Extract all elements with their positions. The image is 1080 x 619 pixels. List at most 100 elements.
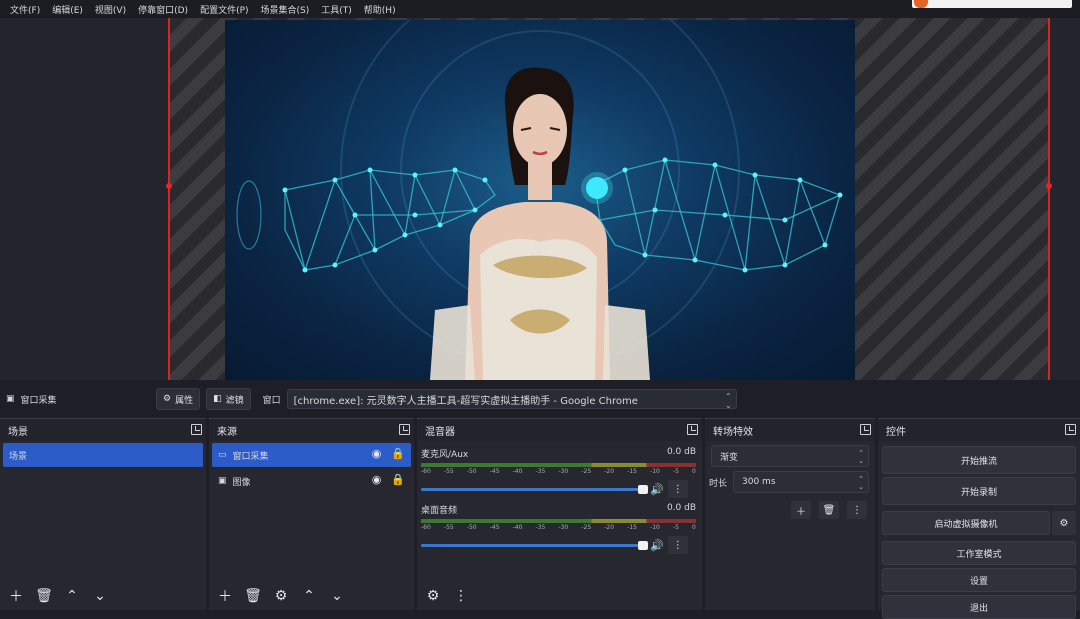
properties-button[interactable]: ⚙ 属性 — [156, 388, 201, 410]
gear-icon[interactable]: ⚙ — [1052, 511, 1076, 535]
arrow-down-icon[interactable]: ⌄ — [90, 588, 110, 604]
captured-window-content — [225, 20, 855, 380]
more-options-icon[interactable]: ⋮ — [847, 501, 867, 519]
mixer-dock-title: 混音器 — [417, 419, 702, 441]
undock-icon[interactable] — [191, 424, 202, 435]
volume-slider[interactable] — [421, 540, 648, 550]
image-icon: ▣ — [218, 476, 227, 486]
more-options-icon[interactable]: ⋮ — [667, 536, 688, 554]
more-options-icon[interactable]: ⋮ — [451, 588, 471, 604]
add-icon[interactable]: ＋ — [215, 586, 235, 606]
channel-level: 0.0 dB — [666, 503, 696, 513]
scene-item[interactable]: 场景 — [3, 443, 203, 467]
duration-value: 300 ms — [742, 477, 776, 487]
source-item-image[interactable]: ▣ 图像 ◉ 🔒 — [212, 469, 411, 493]
updown-arrow-icon: ⌃ ⌄ — [724, 392, 732, 410]
volume-slider[interactable] — [421, 484, 648, 494]
transition-type-select[interactable]: 渐变 ⌃ ⌄ — [711, 445, 869, 467]
menu-tools[interactable]: 工具(T) — [315, 3, 358, 16]
transitions-title: 转场特效 — [713, 426, 753, 438]
add-icon[interactable]: ＋ — [6, 586, 26, 606]
arrow-down-icon[interactable]: ⌄ — [327, 588, 347, 604]
scenes-title: 场景 — [8, 426, 28, 438]
properties-label: 属性 — [175, 395, 194, 406]
window-select-value: [chrome.exe]: 元灵数字人主播工具-超写实虚拟主播助手 - Goog… — [293, 395, 638, 407]
transitions-dock-title: 转场特效 — [705, 419, 875, 441]
start-recording-button[interactable]: 开始录制 — [882, 477, 1076, 505]
eye-icon[interactable]: ◉ — [372, 473, 382, 486]
filter-icon: ◧ — [213, 394, 222, 404]
current-source: ▣ 窗口采集 — [0, 393, 156, 406]
menu-scene-collection[interactable]: 场景集合(S) — [255, 3, 316, 16]
start-streaming-button[interactable]: 开始推流 — [882, 446, 1076, 474]
sources-dock-title: 来源 — [209, 419, 414, 441]
eye-icon[interactable]: ◉ — [372, 447, 382, 460]
filters-label: 滤镜 — [225, 395, 244, 406]
current-source-name: 窗口采集 — [20, 395, 57, 406]
filters-button[interactable]: ◧ 滤镜 — [206, 388, 251, 410]
lock-icon[interactable]: 🔒 — [391, 473, 405, 486]
window-label: 窗口 — [262, 395, 281, 406]
undock-icon[interactable] — [399, 424, 410, 435]
window-select[interactable]: [chrome.exe]: 元灵数字人主播工具-超写实虚拟主播助手 - Goog… — [286, 389, 737, 410]
menu-docks[interactable]: 停靠窗口(D) — [132, 3, 194, 16]
sources-title: 来源 — [217, 426, 237, 438]
menu-bar: 文件(F) 编辑(E) 视图(V) 停靠窗口(D) 配置文件(P) 场景集合(S… — [0, 0, 1080, 18]
arrow-up-icon[interactable]: ⌃ — [62, 588, 82, 604]
speaker-icon[interactable]: 🔊 — [650, 539, 664, 552]
lock-icon[interactable]: 🔒 — [391, 447, 405, 460]
menu-profile[interactable]: 配置文件(P) — [194, 3, 254, 16]
scenes-footer: ＋ 🗑 ⌃ ⌄ — [0, 582, 206, 610]
more-options-icon[interactable]: ⋮ — [667, 480, 688, 498]
start-virtual-camera-button[interactable]: 启动虚拟摄像机 — [882, 511, 1050, 535]
window-icon: ▭ — [218, 450, 227, 460]
virtual-avatar-scene — [236, 67, 843, 380]
mixer-title: 混音器 — [425, 426, 455, 438]
sources-footer: ＋ 🗑 ⚙ ⌃ ⌄ — [209, 582, 414, 610]
duration-label: 时长 — [709, 478, 728, 489]
resize-handle-left[interactable] — [166, 183, 172, 189]
controls-title: 控件 — [886, 426, 906, 438]
controls-dock: 控件 开始推流 开始录制 启动虚拟摄像机 ⚙ 工作室模式 设置 退出 — [878, 418, 1080, 619]
mixer-channel-desktop: 桌面音频 0.0 dB -60 -55 -50 -45 -40 -35 -30 -25 -20-… — [421, 503, 696, 554]
menu-edit[interactable]: 编辑(E) — [46, 3, 89, 16]
mixer-footer: ⚙ ⋮ — [417, 582, 702, 610]
duration-spinbox[interactable]: 300 ms ⌃ ⌄ — [733, 471, 869, 493]
arrow-up-icon[interactable]: ⌃ — [299, 588, 319, 604]
exit-button[interactable]: 退出 — [882, 595, 1076, 619]
menu-file[interactable]: 文件(F) — [4, 3, 46, 16]
transition-type-value: 渐变 — [720, 452, 739, 463]
volume-meter — [421, 463, 696, 467]
scenes-dock: 场景 场景 ＋ 🗑 ⌃ ⌄ — [0, 418, 206, 610]
source-item-window-capture[interactable]: ▭ 窗口采集 ◉ 🔒 — [212, 443, 411, 467]
channel-name: 麦克风/Aux — [421, 450, 469, 460]
settings-button[interactable]: 设置 — [882, 568, 1076, 592]
source-toolbar: ▣ 窗口采集 ⚙ 属性 ◧ 滤镜 窗口 [chrome.exe]: 元灵数字人主… — [0, 386, 1080, 412]
undock-icon[interactable] — [1065, 424, 1076, 435]
undock-icon[interactable] — [860, 424, 871, 435]
mixer-channel-mic: 麦克风/Aux 0.0 dB -60 -55 -50 -45 -40 -35 -30 -25-… — [421, 447, 696, 498]
add-transition-icon[interactable]: ＋ — [791, 501, 811, 519]
scene-item-label: 场景 — [9, 451, 28, 462]
meter-scale: -60 -55 -50 -45 -40 -35 -30 -25 -20 -15 -10 -5 0 — [421, 524, 696, 531]
preview-area[interactable] — [0, 18, 1080, 380]
trash-icon[interactable]: 🗑 — [243, 588, 263, 604]
trash-icon[interactable]: 🗑 — [34, 588, 54, 604]
trash-icon[interactable]: 🗑 — [819, 501, 839, 519]
speaker-icon[interactable]: 🔊 — [650, 483, 664, 496]
menu-help[interactable]: 帮助(H) — [358, 3, 402, 16]
advanced-audio-gear-icon[interactable]: ⚙ — [423, 588, 443, 604]
transitions-dock: 转场特效 渐变 ⌃ ⌄ 时长 300 ms ⌃ ⌄ ＋ 🗑 ⋮ — [705, 418, 875, 610]
volume-meter — [421, 519, 696, 523]
logo-banner — [912, 0, 1072, 8]
menu-view[interactable]: 视图(V) — [89, 3, 132, 16]
undock-icon[interactable] — [687, 424, 698, 435]
channel-name: 桌面音频 — [421, 506, 458, 516]
resize-handle-right[interactable] — [1046, 183, 1052, 189]
gear-icon[interactable]: ⚙ — [271, 588, 291, 604]
source-item-label: 窗口采集 — [232, 451, 269, 462]
controls-dock-title: 控件 — [878, 419, 1080, 441]
slider-knob[interactable] — [638, 484, 648, 494]
studio-mode-button[interactable]: 工作室模式 — [882, 541, 1076, 565]
slider-knob[interactable] — [638, 540, 648, 550]
